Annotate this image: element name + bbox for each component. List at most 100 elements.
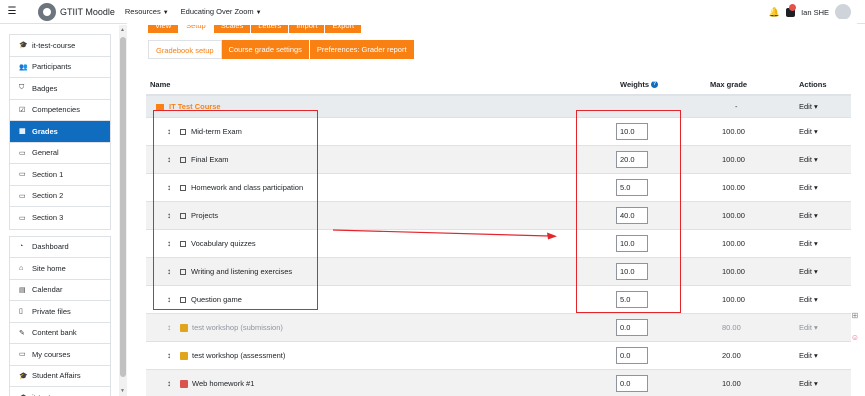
item-edit-menu[interactable]: Edit ▾ <box>782 267 842 276</box>
scroll-up-icon[interactable]: ▲ <box>120 27 125 33</box>
item-max-grade: 100.00 <box>722 211 745 220</box>
drawer-item-my-courses[interactable]: ▭ My courses <box>10 344 110 366</box>
annotation-arrow <box>333 229 557 240</box>
drawer-item-section-2[interactable]: ▭ Section 2 <box>10 186 110 207</box>
nav-educating-over-zoom[interactable]: Educating Over Zoom ▼ <box>181 7 264 16</box>
tab-clip <box>127 19 857 25</box>
drawer-item-section-1[interactable]: ▭ Section 1 <box>10 164 110 186</box>
drawer-scrollbar[interactable]: ▲ ▼ <box>119 25 127 396</box>
item-edit-menu[interactable]: Edit ▾ <box>782 183 842 192</box>
category-edit-menu[interactable]: Edit ▾ <box>782 102 842 111</box>
dashboard-icon: ◔ <box>19 243 24 251</box>
move-icon[interactable]: ↕ <box>167 379 177 388</box>
notification-badge <box>789 3 797 11</box>
folder-icon <box>156 103 164 110</box>
item-edit-menu[interactable]: Edit ▾ <box>782 211 842 220</box>
header-max-grade: Max grade <box>710 79 748 89</box>
item-edit-menu[interactable]: Edit ▾ <box>782 155 842 164</box>
workshop-icon <box>180 323 188 332</box>
tab-gradebook-setup[interactable]: Gradebook setup <box>148 40 222 59</box>
item-max-grade: 100.00 <box>722 267 745 276</box>
drawer-item-content-bank[interactable]: ✎ Content bank <box>10 323 110 344</box>
floating-tools: ⊞ ☺ <box>849 311 863 355</box>
tab-grader-report-prefs[interactable]: Preferences: Grader report <box>308 40 414 59</box>
item-edit-menu[interactable]: Edit ▾ <box>782 295 842 304</box>
table-icon: ▦ <box>19 128 26 136</box>
site-name[interactable]: GTIIT Moodle <box>60 7 115 17</box>
folder-icon: ▭ <box>19 192 26 200</box>
drawer-item-calendar[interactable]: ▤ Calendar <box>10 280 110 301</box>
drawer-item-badges[interactable]: ⛉ Badges <box>10 78 110 100</box>
home-icon: ⌂ <box>19 264 24 272</box>
hamburger-icon[interactable]: ☰ <box>0 6 24 17</box>
item-edit-menu[interactable]: Edit ▾ <box>782 379 842 388</box>
weight-input[interactable]: 0.0 <box>616 347 648 364</box>
drawer-item-course[interactable]: 🎓 it-test-course <box>10 35 110 57</box>
users-icon: 👥 <box>19 63 28 71</box>
user-name[interactable]: Ian SHE <box>801 8 829 17</box>
caret-down-icon: ▼ <box>255 10 262 16</box>
drawer-item-competencies[interactable]: ☑ Competencies <box>10 100 110 121</box>
move-icon[interactable]: ↕ <box>167 323 177 332</box>
nav-resources[interactable]: Resources ▼ <box>125 7 171 16</box>
nav-drawer: 🎓 it-test-course 👥 Participants ⛉ Badges ☑ C… <box>9 34 111 396</box>
header-name: Name <box>150 79 171 89</box>
drawer-item-grades[interactable]: ▦ Grades <box>10 121 110 143</box>
drawer-item-section-3[interactable]: ▭ Section 3 <box>10 207 110 229</box>
help-icon[interactable]: ? <box>651 81 659 89</box>
site-logo[interactable] <box>38 2 56 21</box>
drawer-item-site-home[interactable]: ⌂ Site home <box>10 258 110 280</box>
item-max-grade: 100.00 <box>722 155 745 164</box>
item-max-grade: 80.00 <box>722 323 741 332</box>
drawer-item-general[interactable]: ▭ General <box>10 143 110 164</box>
table-row: ↕ test workshop (assessment) 0.0 20.00 Ed… <box>146 342 851 370</box>
tab-course-grade-settings[interactable]: Course grade settings <box>221 40 309 59</box>
graduation-cap-icon: 🎓 <box>19 372 28 380</box>
item-name: Web homework #1 <box>192 379 255 388</box>
avatar[interactable] <box>835 4 851 20</box>
course-nav-group: 🎓 it-test-course 👥 Participants ⛉ Badges ☑ C… <box>9 34 111 230</box>
item-max-grade: 100.00 <box>722 295 745 304</box>
folder-icon: ▭ <box>19 149 26 157</box>
drawer-item-participants[interactable]: 👥 Participants <box>10 57 110 78</box>
item-max-grade: 100.00 <box>722 239 745 248</box>
item-max-grade: 10.00 <box>722 379 741 388</box>
item-edit-menu[interactable]: Edit ▾ <box>782 127 842 136</box>
file-icon: ▯ <box>19 308 23 316</box>
category-max: - <box>735 102 738 111</box>
drawer-item-student-affairs[interactable]: 🎓 Student Affairs <box>10 366 110 387</box>
header-actions: Actions <box>799 79 827 89</box>
drawer-item-it-test-course[interactable]: 🎓it-test-course <box>10 387 110 396</box>
item-max-grade: 20.00 <box>722 351 741 360</box>
face-icon[interactable]: ☺ <box>849 333 861 345</box>
item-name: test workshop (submission) <box>192 323 283 332</box>
weight-input[interactable]: 0.0 <box>616 319 648 336</box>
message-icon[interactable] <box>786 3 797 17</box>
caret-down-icon: ▼ <box>162 10 169 16</box>
bell-icon[interactable]: 🔔 <box>769 7 780 18</box>
item-edit-menu[interactable]: Edit ▾ <box>782 323 842 332</box>
workshop-icon <box>180 351 188 360</box>
weight-input[interactable]: 0.0 <box>616 375 648 392</box>
move-icon[interactable]: ↕ <box>167 351 177 360</box>
folder-icon: ▭ <box>19 351 26 359</box>
grid-icon[interactable]: ⊞ <box>849 311 861 323</box>
scrollbar-thumb[interactable] <box>120 37 126 377</box>
drawer-item-dashboard[interactable]: ◔ Dashboard <box>10 237 110 258</box>
brush-icon: ✎ <box>19 329 25 337</box>
table-row: ↕ Web homework #1 0.0 10.00 Edit ▾ <box>146 370 851 396</box>
drawer-item-private-files[interactable]: ▯ Private files <box>10 301 110 323</box>
item-max-grade: 100.00 <box>722 183 745 192</box>
site-nav-group: ◔ Dashboard ⌂ Site home ▤ Calendar ▯ Private… <box>9 235 111 396</box>
item-edit-menu[interactable]: Edit ▾ <box>782 239 842 248</box>
folder-icon: ▭ <box>19 214 26 222</box>
item-edit-menu[interactable]: Edit ▾ <box>782 351 842 360</box>
folder-icon: ▭ <box>19 171 26 179</box>
annotation-box-weights <box>576 110 681 313</box>
check-square-icon: ☑ <box>19 106 26 114</box>
scroll-down-icon[interactable]: ▼ <box>120 388 125 394</box>
item-name: test workshop (assessment) <box>192 351 286 360</box>
graduation-cap-icon: 🎓 <box>19 42 28 50</box>
annotation-box-names <box>153 110 318 310</box>
assignment-icon <box>180 379 188 388</box>
